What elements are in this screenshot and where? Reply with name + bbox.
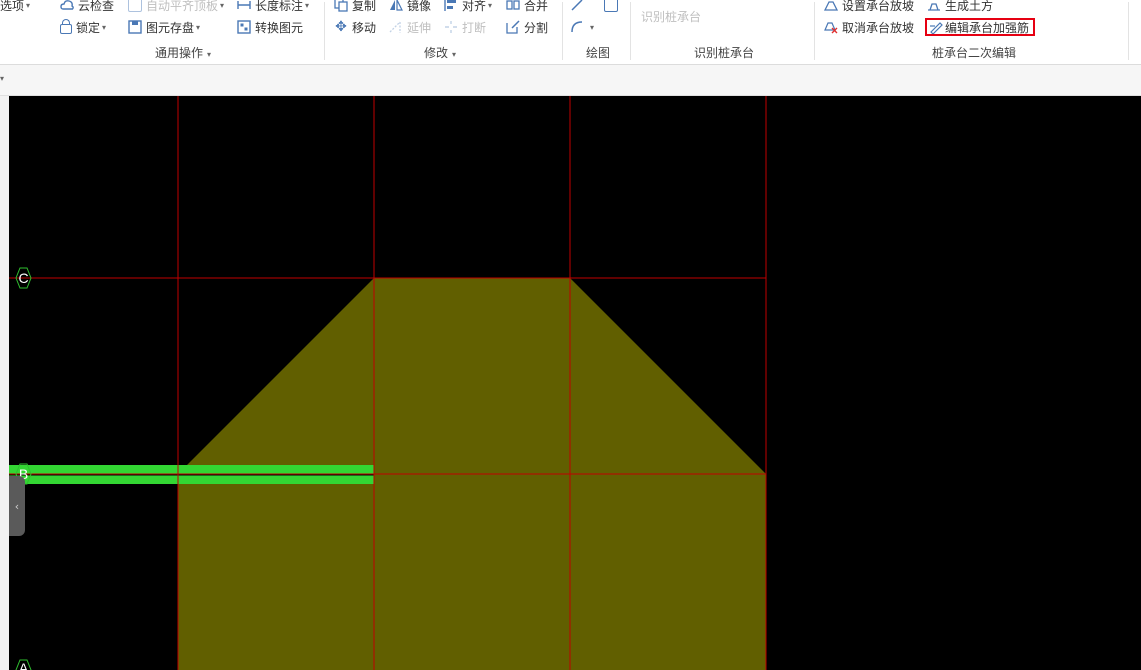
- align-slab-icon: [128, 0, 142, 12]
- align-button[interactable]: 对齐 ▾: [444, 0, 492, 14]
- cloud-check-icon: [60, 0, 74, 12]
- options-button[interactable]: 选项 ▾: [0, 0, 30, 14]
- extend-label: 延伸: [407, 20, 432, 35]
- draw-rect-button[interactable]: [604, 0, 622, 14]
- split-label: 分割: [524, 20, 549, 35]
- modify-group-label[interactable]: 修改 ▾: [424, 44, 456, 61]
- group-divider: [324, 2, 325, 60]
- break-icon: [444, 20, 458, 34]
- convert-elements-button[interactable]: 转换图元: [237, 18, 303, 36]
- drawing-canvas[interactable]: C B A: [9, 96, 1141, 670]
- group-divider: [630, 2, 631, 60]
- copy-button[interactable]: 复制: [334, 0, 376, 14]
- ribbon-toolbar: 选项 ▾ 云检查 自动平齐顶板 ▾ 长度标注 ▾ 锁定 ▾ 图元存盘 ▾ 转换图元 通用操…: [0, 0, 1141, 65]
- left-panel-edge: [0, 96, 9, 670]
- split-icon: [506, 20, 520, 34]
- line-icon: [570, 0, 584, 12]
- ruler-icon: [237, 0, 251, 12]
- chevron-down-icon: ▾: [590, 22, 595, 32]
- identify-cap-label: 识别桩承台: [641, 9, 702, 24]
- save-icon: [128, 20, 142, 34]
- collapse-icon: ‹: [14, 499, 20, 513]
- identify-cap-button[interactable]: 识别桩承台: [641, 7, 701, 25]
- move-button[interactable]: ✥ 移动: [334, 18, 376, 36]
- gen-earthwork-button[interactable]: 生成土方: [927, 0, 993, 14]
- save-elements-button[interactable]: 图元存盘 ▾: [128, 18, 200, 36]
- arc-icon: [570, 20, 584, 34]
- move-icon: ✥: [335, 19, 347, 35]
- break-label: 打断: [462, 20, 487, 35]
- lock-button[interactable]: 锁定 ▾: [60, 18, 106, 36]
- split-button[interactable]: 分割: [506, 18, 548, 36]
- draw-group-label: 绘图: [586, 46, 611, 60]
- earthwork-icon: [927, 0, 941, 12]
- extend-icon: [389, 20, 403, 34]
- rect-icon: [604, 0, 618, 12]
- copy-icon: [334, 0, 348, 12]
- cloud-check-button[interactable]: 云检查: [60, 0, 114, 14]
- axis-label-a: A: [19, 660, 29, 670]
- cancel-slope-icon: [824, 20, 838, 34]
- length-dim-label: 长度标注: [255, 0, 304, 13]
- cancel-slope-button[interactable]: 取消承台放坡: [824, 18, 914, 36]
- cancel-slope-label: 取消承台放坡: [842, 20, 915, 35]
- chevron-down-icon: ▾: [305, 0, 310, 10]
- chevron-down-icon: ▾: [452, 50, 457, 59]
- group-divider: [1128, 2, 1129, 60]
- break-button[interactable]: 打断: [444, 18, 486, 36]
- convert-icon: [237, 20, 251, 34]
- options-label: 选项: [0, 0, 25, 13]
- edit-rebar-button[interactable]: 编辑承台加强筋: [929, 18, 1029, 36]
- align-icon: [444, 0, 458, 12]
- set-slope-button[interactable]: 设置承台放坡: [823, 0, 915, 14]
- save-elements-label: 图元存盘: [146, 20, 195, 35]
- group-divider: [562, 2, 563, 60]
- axis-marker-a: A: [15, 659, 32, 670]
- move-label: 移动: [352, 20, 377, 35]
- lock-icon: [60, 19, 72, 34]
- copy-label: 复制: [352, 0, 377, 13]
- draw-line-button[interactable]: [570, 0, 588, 14]
- cad-drawing[interactable]: C B A: [9, 96, 1141, 670]
- slope-icon: [823, 0, 839, 12]
- edit-rebar-icon: [929, 20, 943, 35]
- general-ops-group-label[interactable]: 通用操作 ▾: [155, 44, 211, 61]
- convert-elements-label: 转换图元: [255, 20, 304, 35]
- chevron-down-icon: ▾: [488, 0, 493, 10]
- set-slope-label: 设置承台放坡: [842, 0, 915, 13]
- gen-earthwork-label: 生成土方: [945, 0, 994, 13]
- chevron-down-icon: ▾: [102, 22, 107, 32]
- chevron-down-icon: ▾: [26, 0, 31, 10]
- merge-button[interactable]: 合并: [506, 0, 548, 14]
- chevron-down-icon[interactable]: ▾: [0, 74, 4, 83]
- align-label: 对齐: [462, 0, 487, 13]
- collapse-panel-button[interactable]: ‹: [9, 476, 25, 536]
- axis-label-c: C: [18, 270, 28, 286]
- chevron-down-icon: ▾: [207, 50, 212, 59]
- identify-group-label: 识别桩承台: [694, 46, 755, 60]
- chevron-down-icon: ▾: [196, 22, 201, 32]
- mirror-button[interactable]: 镜像: [389, 0, 431, 14]
- group-divider: [814, 2, 815, 60]
- cloud-check-label: 云检查: [78, 0, 115, 13]
- merge-icon: [506, 0, 520, 12]
- edit-rebar-label: 编辑承台加强筋: [945, 20, 1030, 35]
- mirror-icon: [389, 0, 403, 12]
- merge-label: 合并: [524, 0, 549, 13]
- auto-align-slab-label: 自动平齐顶板: [146, 0, 219, 13]
- length-dim-button[interactable]: 长度标注 ▾: [237, 0, 309, 14]
- extend-button[interactable]: 延伸: [389, 18, 431, 36]
- auto-align-slab-button[interactable]: 自动平齐顶板 ▾: [128, 0, 224, 14]
- chevron-down-icon: ▾: [220, 0, 225, 10]
- secondary-toolbar: ▾: [0, 65, 1141, 96]
- cap-edit-group-label: 桩承台二次编辑: [932, 46, 1017, 60]
- mirror-label: 镜像: [407, 0, 432, 13]
- draw-arc-button[interactable]: ▾: [570, 18, 594, 36]
- lock-label: 锁定: [76, 20, 101, 35]
